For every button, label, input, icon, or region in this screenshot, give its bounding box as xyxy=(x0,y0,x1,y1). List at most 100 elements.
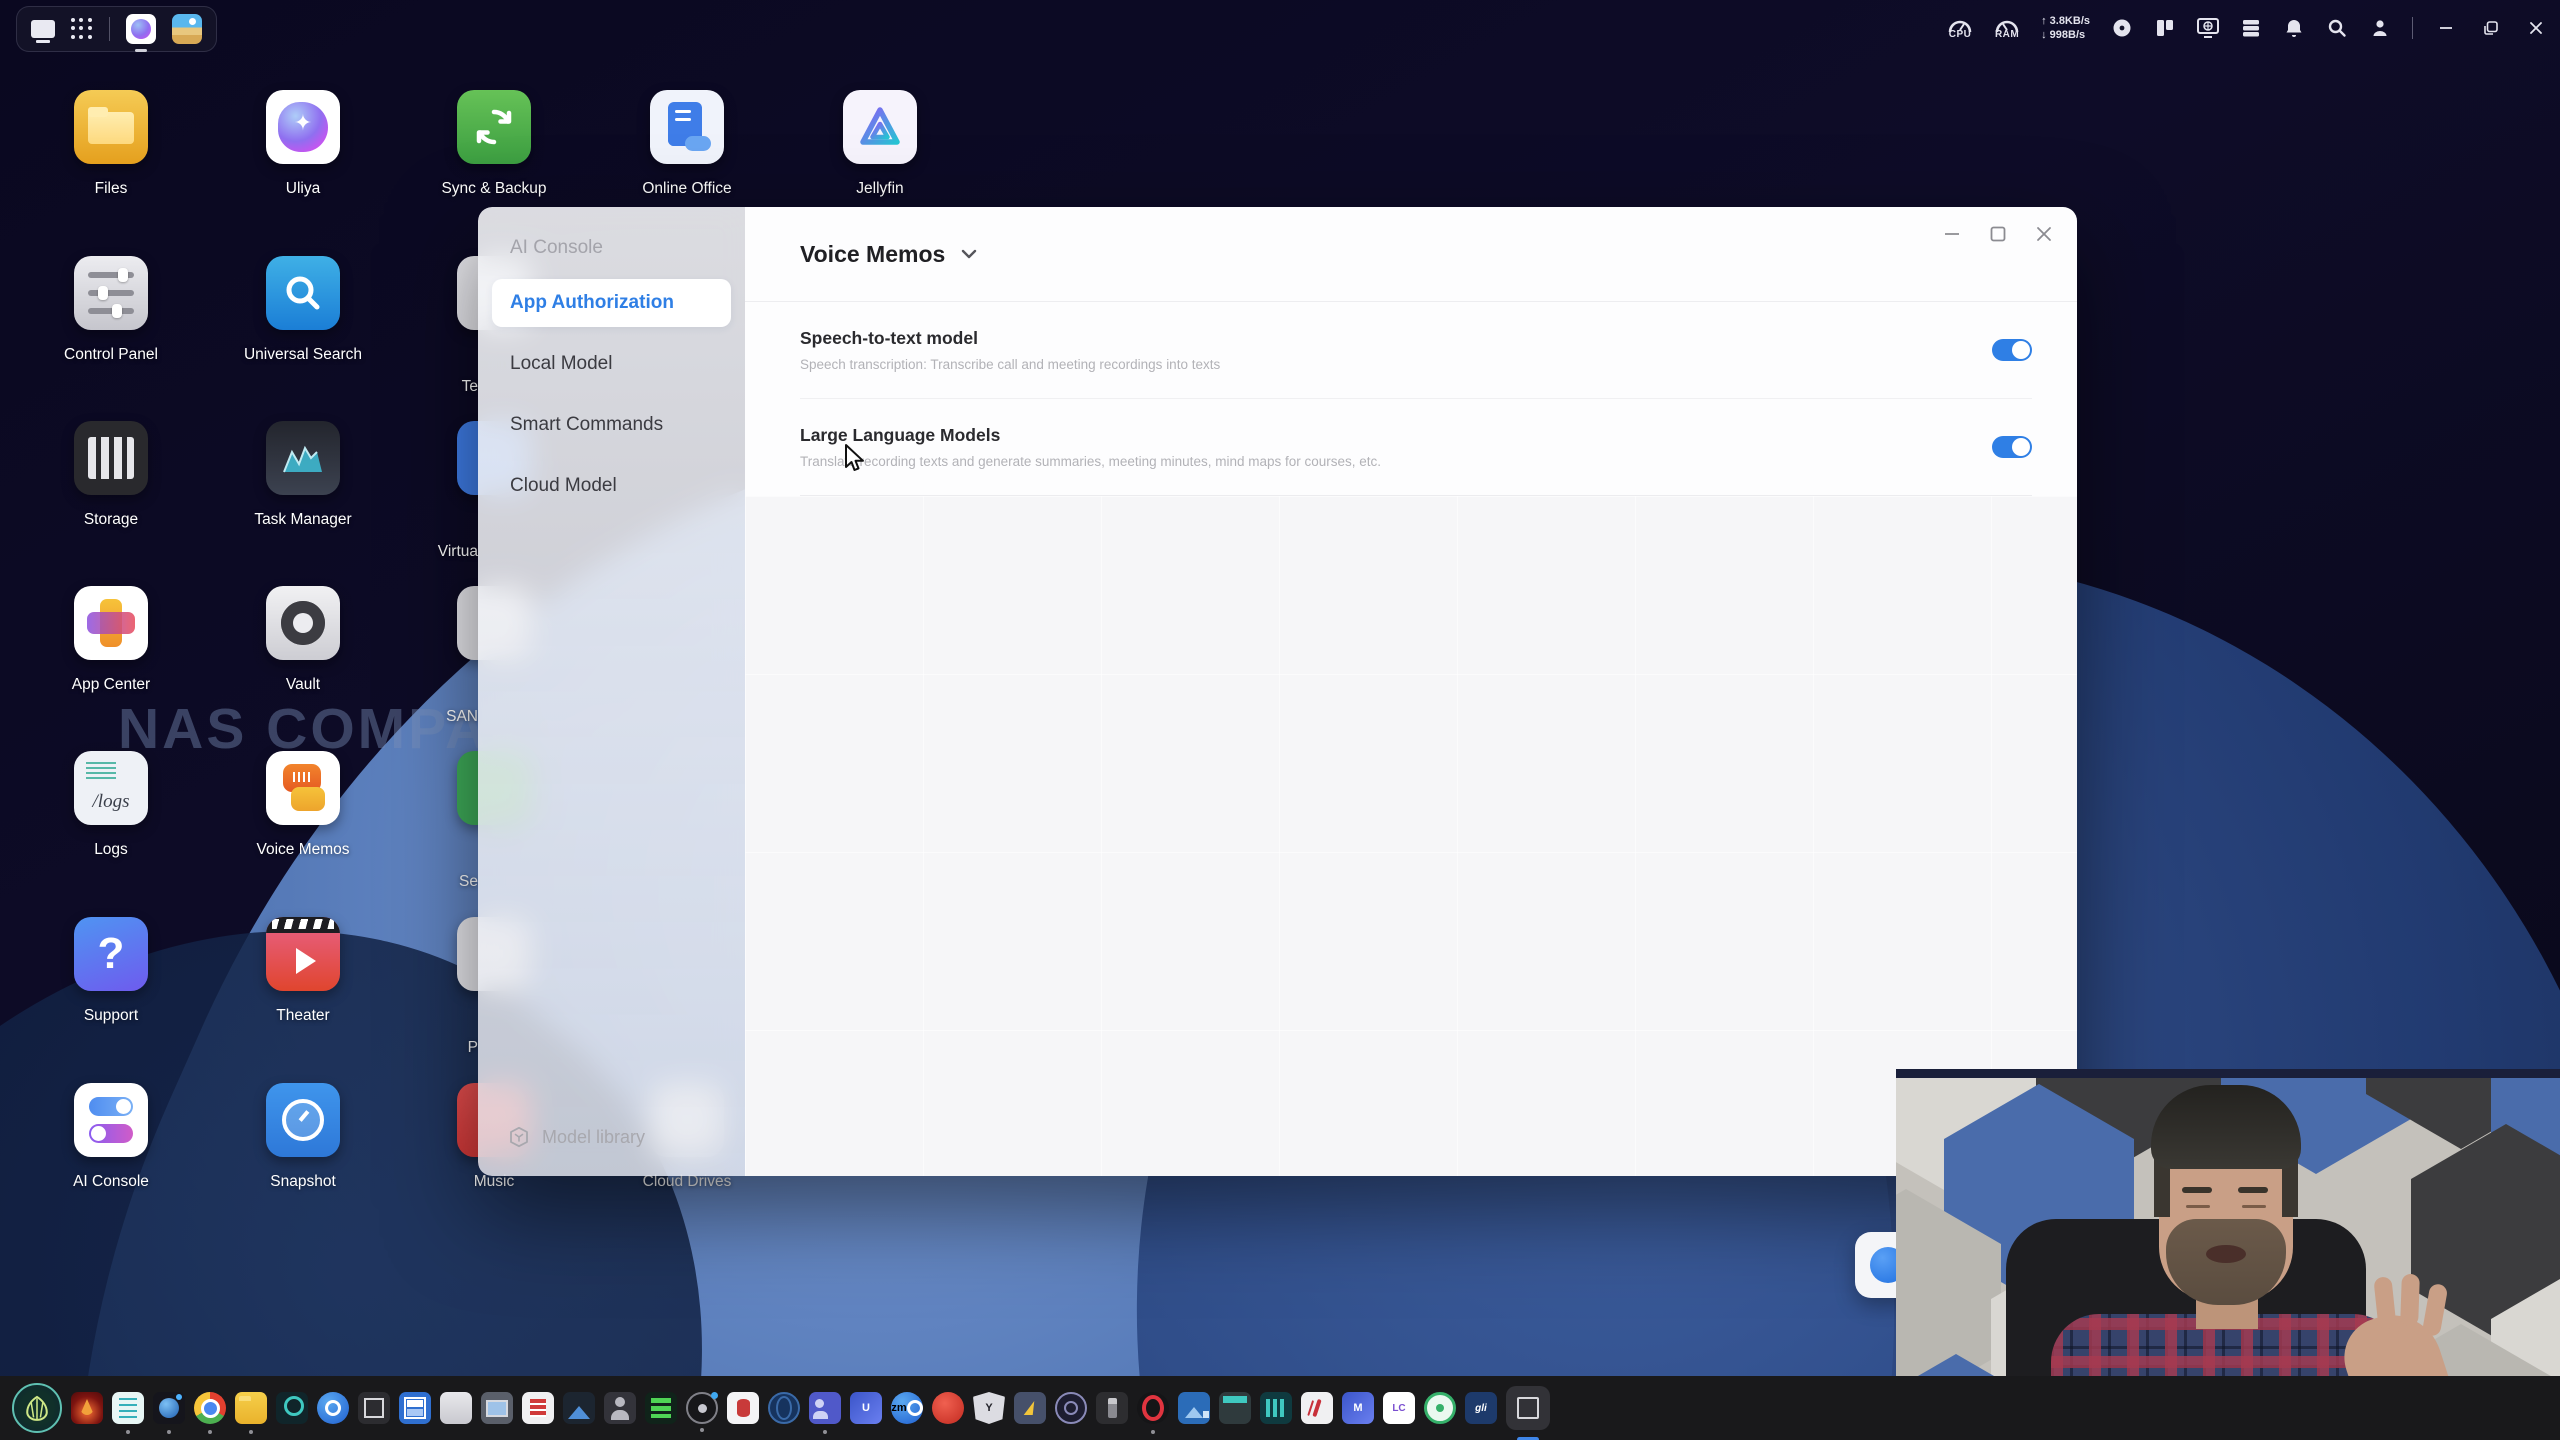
support-label: Support xyxy=(83,1007,139,1024)
window-maximize-button[interactable] xyxy=(1987,223,2009,245)
taskbar-usb-tool-app[interactable] xyxy=(1096,1392,1128,1424)
disc-icon[interactable] xyxy=(2111,17,2133,39)
tray-minimize-button[interactable] xyxy=(2434,16,2458,40)
desktop-icon-support[interactable]: Support xyxy=(51,917,171,1025)
control-panel-label: Control Panel xyxy=(64,346,158,363)
desktop-icon-snapshot[interactable]: Snapshot xyxy=(243,1083,363,1191)
show-desktop-icon[interactable] xyxy=(31,20,55,43)
taskbar-photo-app[interactable] xyxy=(563,1392,595,1424)
taskbar-pc-lightning-app[interactable] xyxy=(1014,1392,1046,1424)
sidebar-item-cloud-model[interactable]: Cloud Model xyxy=(492,462,731,510)
taskbar-blue-sphere-app[interactable] xyxy=(153,1392,185,1434)
sidebar-item-local-model[interactable]: Local Model xyxy=(492,340,731,388)
window-close-button[interactable] xyxy=(2033,223,2055,245)
tray-close-button[interactable] xyxy=(2524,16,2548,40)
taskbar-calculator-app[interactable] xyxy=(1219,1392,1251,1424)
desktop-icon-online-office[interactable]: Online Office xyxy=(627,90,747,198)
sidebar-item-smart-commands[interactable]: Smart Commands xyxy=(492,401,731,449)
desktop-icon-task-manager[interactable]: Task Manager xyxy=(243,421,363,529)
toggle-speech-to-text[interactable] xyxy=(1992,339,2032,361)
taskbar-flame-app[interactable] xyxy=(71,1392,103,1424)
sidebar-item-app-authorization[interactable]: App Authorization xyxy=(492,279,731,327)
taskbar-lc-app[interactable]: LC xyxy=(1383,1392,1415,1424)
download-arrow-icon: ↓ xyxy=(2041,29,2050,41)
app-selector[interactable]: Voice Memos xyxy=(745,207,2077,302)
taskbar-rings-app[interactable] xyxy=(1055,1392,1087,1424)
taskbar-active-capture-app[interactable] xyxy=(1506,1386,1550,1430)
taskbar-red-mark-app[interactable] xyxy=(1301,1392,1333,1424)
taskbar: Uzm Y M LC gli xyxy=(0,1376,2560,1440)
app-grid-icon[interactable] xyxy=(71,18,93,40)
cpu-gauge[interactable]: CPU xyxy=(1947,17,1973,40)
toggle-large-language-models[interactable] xyxy=(1992,436,2032,458)
uliya-app-thumbnail[interactable] xyxy=(126,14,156,52)
desktop-icon-jellyfin[interactable]: Jellyfin xyxy=(820,90,940,198)
taskbar-zoom-meet-app[interactable]: zm xyxy=(891,1392,923,1424)
ram-gauge[interactable]: RAM xyxy=(1994,17,2020,40)
taskbar-teal-search-app[interactable] xyxy=(276,1392,308,1424)
tray-restore-button[interactable] xyxy=(2479,16,2503,40)
taskbar-database-app[interactable] xyxy=(727,1392,759,1424)
taskbar-blue-window-app[interactable] xyxy=(399,1392,431,1424)
taskbar-green-server-app[interactable] xyxy=(645,1392,677,1424)
u-app-glyph: U xyxy=(862,1402,870,1414)
taskbar-profile-app[interactable] xyxy=(604,1392,636,1424)
sidebar-title: AI Console xyxy=(510,237,603,258)
desktop-icon-storage[interactable]: Storage xyxy=(51,421,171,529)
desktop-icon-ai-console[interactable]: AI Console xyxy=(51,1083,171,1191)
gallery-app-thumbnail[interactable] xyxy=(172,14,202,44)
user-icon[interactable] xyxy=(2369,17,2391,39)
search-icon[interactable] xyxy=(2326,17,2348,39)
setting-description: Translate recording texts and generate s… xyxy=(800,454,1382,469)
shield-y-app-glyph: Y xyxy=(985,1402,993,1414)
taskbar-u-app[interactable]: U xyxy=(850,1392,882,1424)
taskbar-blue-zoom-app[interactable] xyxy=(317,1392,349,1424)
remote-monitor-icon[interactable] xyxy=(2197,17,2219,39)
desktop-icon-uliya[interactable]: Uliya xyxy=(243,90,363,198)
sync-backup-icon xyxy=(457,90,531,164)
taskbar-gli-app[interactable]: gli xyxy=(1465,1392,1497,1424)
taskbar-obs-studio[interactable] xyxy=(686,1392,718,1432)
taskbar-file-explorer[interactable] xyxy=(235,1392,267,1434)
server-list-icon[interactable] xyxy=(2240,17,2262,39)
taskbar-green-q-app[interactable] xyxy=(1424,1392,1456,1424)
desktop-icon-logs[interactable]: /logs Logs xyxy=(51,751,171,859)
network-speed[interactable]: ↑ 3.8KB/s ↓ 998B/s xyxy=(2041,14,2090,42)
desktop-icon-app-center[interactable]: App Center xyxy=(51,586,171,694)
topbar-launcher-group xyxy=(16,6,217,52)
taskbar-remote-pc-app[interactable] xyxy=(481,1392,513,1424)
ram-label: RAM xyxy=(1994,28,2020,40)
taskbar-chrome-browser[interactable] xyxy=(194,1392,226,1434)
presenter-finger xyxy=(2400,1273,2420,1327)
online-office-icon xyxy=(650,90,724,164)
taskbar-white-box-app[interactable] xyxy=(440,1392,472,1424)
theater-label: Theater xyxy=(276,1007,330,1024)
desktop-icon-universal-search[interactable]: Universal Search xyxy=(243,256,363,364)
model-library-label: Model library xyxy=(542,1126,646,1147)
desktop-icon-control-panel[interactable]: Control Panel xyxy=(51,256,171,364)
taskbar-frame-capture-app[interactable] xyxy=(358,1392,390,1424)
desktop-icon-theater[interactable]: Theater xyxy=(243,917,363,1025)
bell-icon[interactable] xyxy=(2283,17,2305,39)
taskbar-start-shell[interactable] xyxy=(12,1383,62,1433)
uliya-label: Uliya xyxy=(285,180,321,197)
taskbar-equalizer-app[interactable] xyxy=(1260,1392,1292,1424)
taskbar-shield-y-app[interactable]: Y xyxy=(973,1392,1005,1424)
taskbar-image-viewer-app[interactable] xyxy=(1178,1392,1210,1424)
taskbar-globe-network-app[interactable] xyxy=(768,1392,800,1424)
panels-icon[interactable] xyxy=(2154,17,2176,39)
taskbar-m-app[interactable]: M xyxy=(1342,1392,1374,1424)
taskbar-teams-app[interactable] xyxy=(809,1392,841,1434)
taskbar-notepad-app[interactable] xyxy=(112,1392,144,1434)
desktop-icon-sync-backup[interactable]: Sync & Backup xyxy=(434,90,554,198)
taskbar-media-film-app[interactable] xyxy=(522,1392,554,1424)
sidebar-items: App Authorization Local Model Smart Comman… xyxy=(492,279,731,510)
window-minimize-button[interactable] xyxy=(1941,223,1963,245)
setting-title: Large Language Models xyxy=(800,425,1001,445)
taskbar-red-orb-app[interactable] xyxy=(932,1392,964,1424)
model-library-link[interactable]: Model library xyxy=(508,1126,645,1148)
taskbar-opera-browser[interactable] xyxy=(1137,1392,1169,1434)
desktop-icon-voice-memos[interactable]: Voice Memos xyxy=(243,751,363,859)
desktop-icon-files[interactable]: Files xyxy=(51,90,171,198)
desktop-icon-vault[interactable]: Vault xyxy=(243,586,363,694)
